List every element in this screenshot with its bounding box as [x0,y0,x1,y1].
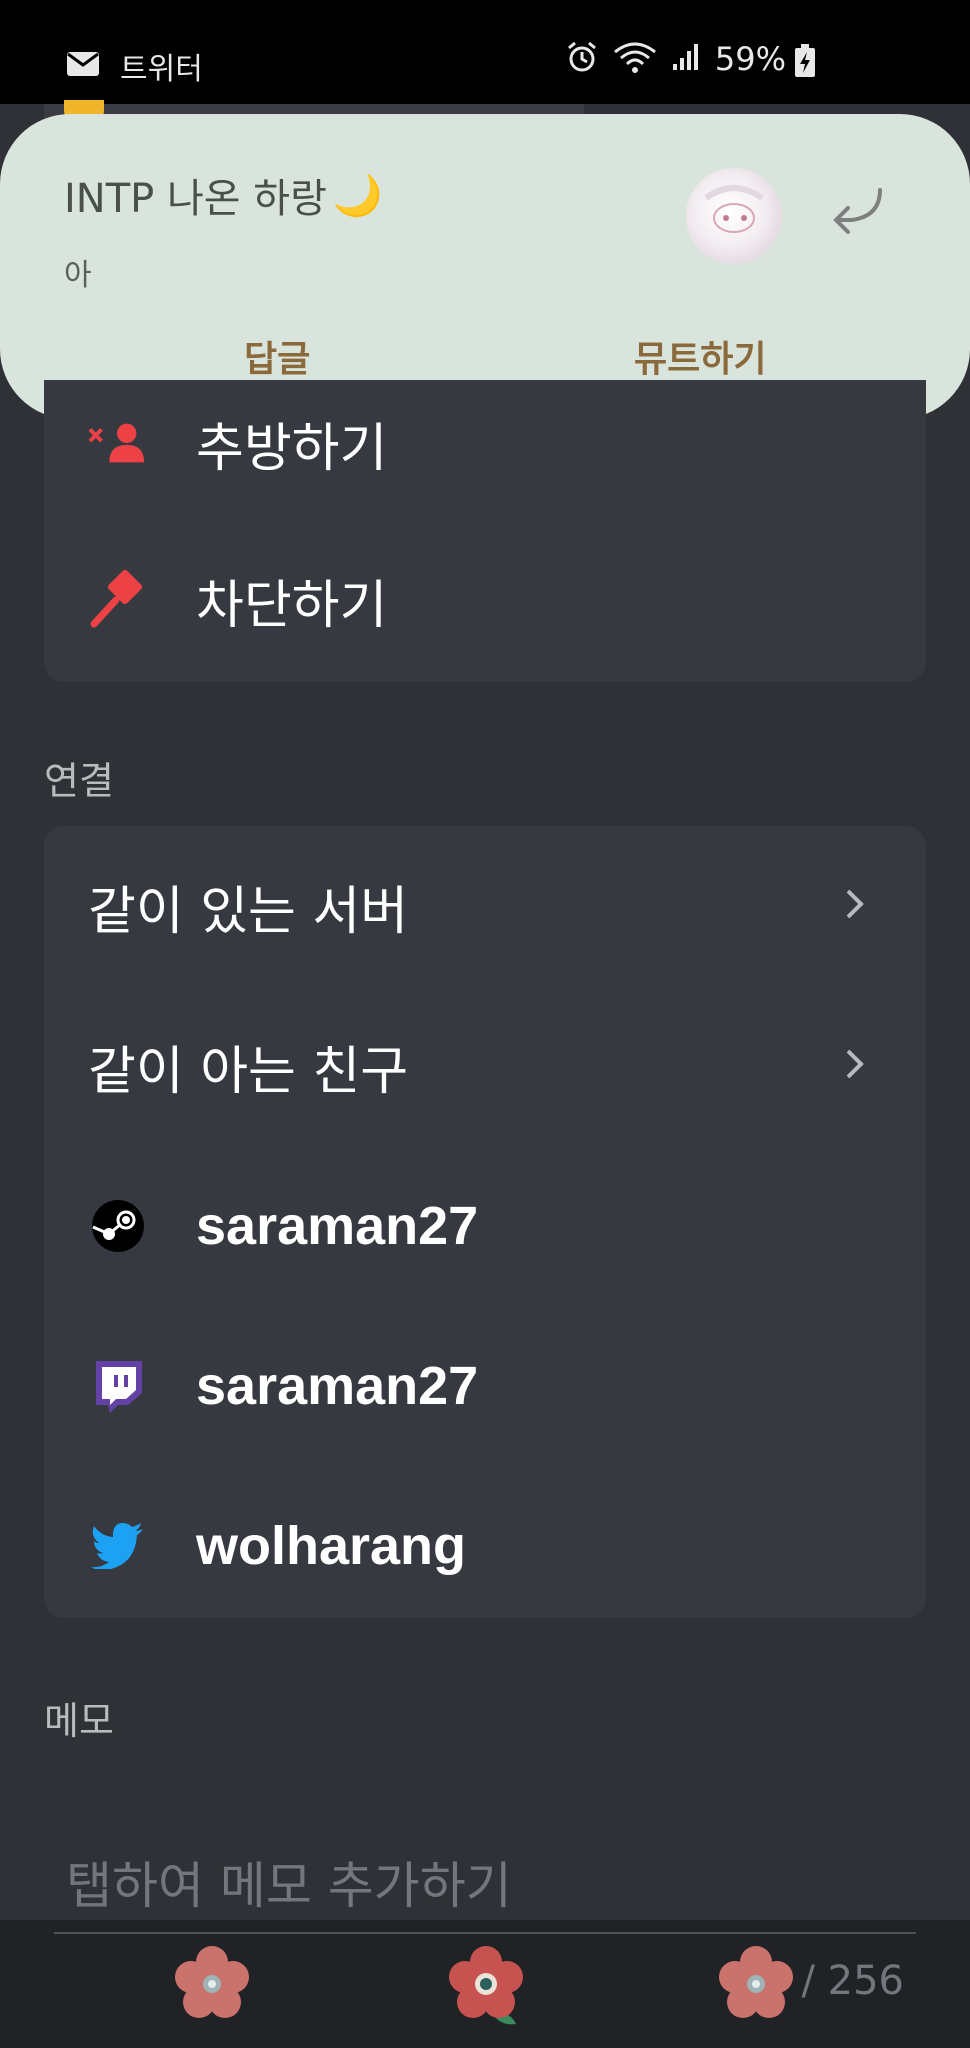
steam-username: saraman27 [196,1196,479,1256]
twitch-account-row[interactable]: saraman27 [44,1326,926,1446]
memo-input[interactable]: 탭하여 메모 추가하기 [66,1846,512,1918]
wifi-icon [613,40,657,78]
notification-mute-button[interactable]: 뮤트하기 [634,330,766,382]
message-notification[interactable] [0,114,970,419]
notification-app-name: 트위터 [120,52,203,87]
battery-percent: 59% [714,40,786,78]
moderation-actions-card: 추방하기 차단하기 [44,380,926,682]
ban-hammer-icon [88,570,148,630]
mail-icon [66,51,100,81]
status-bar: 트위터 59% [0,0,970,104]
flower-icon[interactable] [172,1944,252,2028]
twitter-account-row[interactable]: wolharang [44,1486,926,1606]
notification-message: 아 [64,258,92,293]
status-left: 트위터 [66,44,203,88]
battery-charging-icon [794,44,816,82]
notification-sender: INTP 나온 하랑 [64,176,327,222]
flower-icon[interactable] [446,1944,526,2032]
mutual-friends-row[interactable]: 같이 아는 친구 [44,1006,926,1126]
status-right: 59% [565,40,786,78]
steam-account-row[interactable]: saraman27 [44,1166,926,1286]
chevron-right-icon [844,887,866,925]
connections-card: 같이 있는 서버 같이 아는 친구 saraman27 saraman27 wo… [44,826,926,1618]
flower-icon[interactable] [716,1944,796,2028]
divider [54,1932,916,1934]
mutual-friends-label: 같이 아는 친구 [88,1041,409,1102]
notification-title: INTP 나온 하랑 🌙 [64,166,383,224]
twitch-icon [88,1356,148,1416]
signal-icon [671,42,701,76]
ban-user-label: 차단하기 [196,575,388,636]
memo-section-title: 메모 [44,1699,114,1743]
mutual-servers-row[interactable]: 같이 있는 서버 [44,846,926,966]
twitter-username: wolharang [196,1516,467,1576]
kick-user-icon [88,413,148,473]
crescent-moon-emoji: 🌙 [332,172,383,219]
kick-user-row[interactable]: 추방하기 [44,383,926,503]
alarm-icon [565,40,599,78]
twitch-username: saraman27 [196,1356,479,1416]
ban-user-row[interactable]: 차단하기 [44,540,926,660]
steam-icon [88,1196,148,1256]
notification-reply-button[interactable]: 답글 [244,330,310,382]
mutual-servers-label: 같이 있는 서버 [88,881,409,942]
chevron-right-icon [844,1047,866,1085]
twitter-icon [88,1516,148,1576]
connections-section-title: 연결 [44,759,114,803]
kick-user-label: 추방하기 [196,418,388,479]
sender-avatar [686,168,782,264]
expand-reply-icon[interactable] [832,186,886,240]
